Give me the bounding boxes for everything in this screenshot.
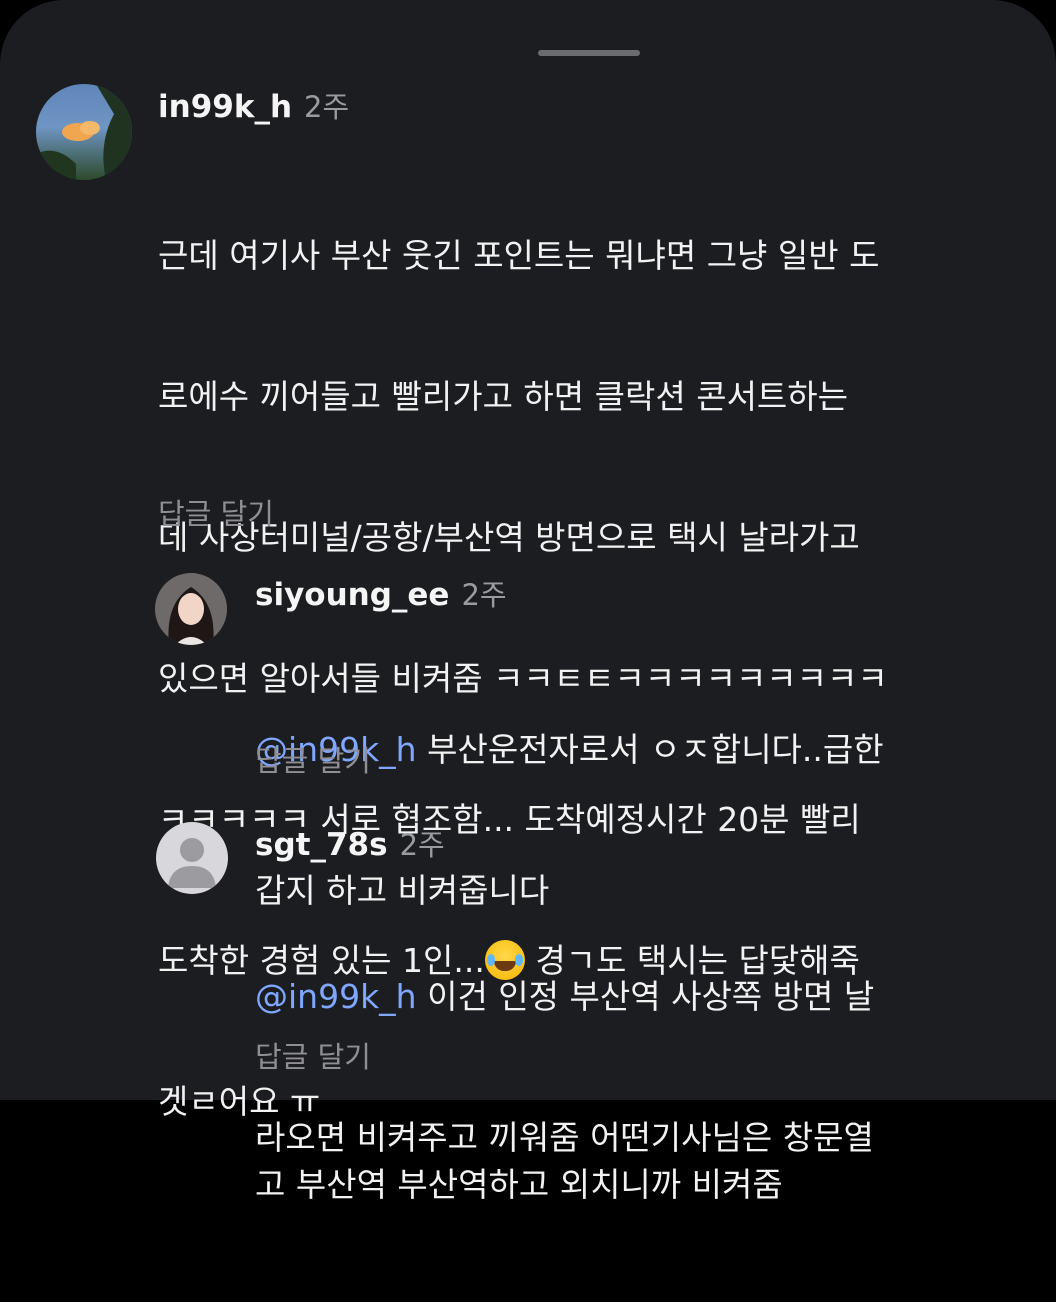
username[interactable]: sgt_78s [255,827,388,863]
comment-line: @in99k_h 이건 인정 부산역 사상쪽 방면 날 [255,973,874,1020]
comment-line-segment: 이건 인정 부산역 사상쪽 방면 날 [416,977,875,1016]
comments-sheet: in99k_h 2주 근데 여기사 부산 웃긴 포인트는 뭐냐면 그냥 일반 도 … [0,0,1056,1204]
avatar-image [155,573,227,645]
username[interactable]: siyoung_ee [255,577,449,613]
timestamp: 2주 [399,828,445,862]
comment-header: sgt_78s 2주 [255,830,445,861]
mention-link[interactable]: @in99k_h [255,977,417,1016]
avatar[interactable] [36,84,132,180]
comment-line: 로에수 끼어들고 빨리가고 하면 클락션 콘서트하는 [158,377,849,416]
comment-header: in99k_h 2주 [158,92,349,123]
drag-handle[interactable] [538,50,640,56]
reply-button[interactable]: 답글 달기 [158,500,274,529]
username[interactable]: in99k_h [158,89,292,125]
comment-header: siyoung_ee 2주 [255,580,507,611]
default-avatar-icon[interactable] [156,822,228,894]
timestamp: 2주 [461,578,507,612]
person-silhouette-icon [168,838,216,888]
comment-text: @in99k_h 이건 인정 부산역 사상쪽 방면 날 라오면 비켜주고 끼워줌… [255,879,874,1302]
reply-button[interactable]: 답글 달기 [255,747,371,776]
timestamp: 2주 [304,90,350,124]
comment-line: 라오면 비켜주고 끼워줌 어떤기사님은 창문열 고 부산역 부산역하고 외치니까… [255,1118,874,1204]
comment-line: 근데 여기사 부산 웃긴 포인트는 뭐냐면 그냥 일반 도 [158,236,880,275]
avatar-image [36,84,132,180]
avatar[interactable] [155,573,227,645]
comment-line-segment: 부산운전자로서 ㅇㅈ합니다..급한 [416,730,884,769]
reply-button[interactable]: 답글 달기 [255,1043,371,1072]
